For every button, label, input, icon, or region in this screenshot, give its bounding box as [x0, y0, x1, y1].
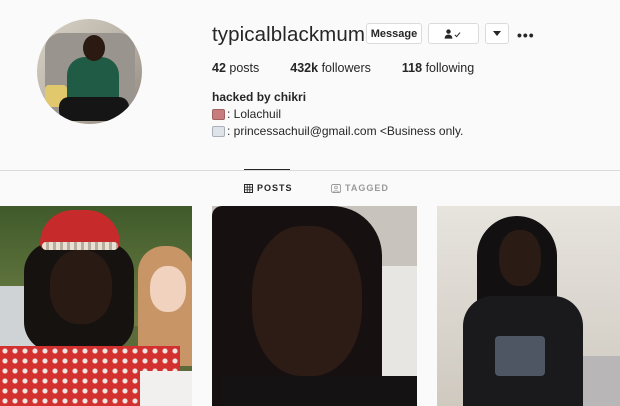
post-image-shirt — [222, 376, 417, 406]
caret-down-icon — [493, 31, 501, 36]
stat-followers-value: 432k — [290, 61, 319, 75]
post-image-shirt-print — [495, 336, 545, 376]
stat-followers-label: followers — [321, 61, 371, 75]
following-toggle-button[interactable] — [428, 23, 479, 44]
stat-posts-label: posts — [229, 61, 260, 75]
stat-following-label: following — [425, 61, 475, 75]
bio-line-text: : Lolachuil — [227, 107, 282, 121]
post-image-face — [50, 250, 112, 324]
post-image-face — [252, 226, 362, 376]
post-thumbnail[interactable] — [437, 206, 620, 406]
tab-tagged-label: TAGGED — [345, 183, 389, 193]
post-image-bed — [577, 356, 620, 406]
crab-emoji-icon — [212, 108, 225, 120]
active-tab-indicator — [244, 169, 290, 170]
person-check-icon — [444, 28, 460, 39]
profile-stats: 42 posts 432k followers 118 following — [212, 61, 505, 75]
profile-full-name: hacked by chikri — [212, 90, 307, 104]
post-image-second-person-face — [150, 266, 186, 312]
tab-tagged[interactable]: TAGGED — [331, 183, 389, 193]
bio-line-text: : princessachuil@gmail.com <Business onl… — [227, 124, 464, 138]
post-image-coin-band — [42, 242, 118, 250]
suggested-dropdown-button[interactable] — [485, 23, 509, 44]
post-image-face — [499, 230, 541, 286]
stat-following[interactable]: 118 following — [402, 61, 474, 75]
post-thumbnail[interactable] — [212, 206, 417, 406]
avatar-person-legs — [59, 97, 129, 121]
profile-avatar[interactable] — [37, 19, 142, 124]
tab-posts-label: POSTS — [257, 183, 293, 193]
grid-icon — [244, 183, 253, 193]
more-options-button[interactable]: ••• — [517, 27, 535, 43]
stat-following-value: 118 — [401, 61, 423, 75]
ellipsis-icon: ••• — [517, 27, 535, 43]
message-button[interactable]: Message — [366, 23, 422, 44]
tabs-divider — [0, 170, 620, 171]
bio-line-email: : princessachuil@gmail.com <Business onl… — [212, 124, 463, 138]
bio-line-instagram: : Lolachuil — [212, 107, 281, 121]
message-button-label: Message — [370, 27, 418, 40]
stat-posts-value: 42 — [212, 61, 226, 75]
post-image-white-shirt — [140, 371, 192, 406]
stat-followers[interactable]: 432k followers — [290, 61, 371, 75]
tab-posts[interactable]: POSTS — [244, 183, 293, 193]
envelope-emoji-icon — [212, 125, 225, 137]
tag-person-icon — [331, 183, 341, 193]
profile-username: typicalblackmum — [212, 23, 366, 46]
post-thumbnail[interactable] — [0, 206, 192, 406]
avatar-person-head — [83, 35, 105, 61]
stat-posts: 42 posts — [212, 61, 259, 75]
